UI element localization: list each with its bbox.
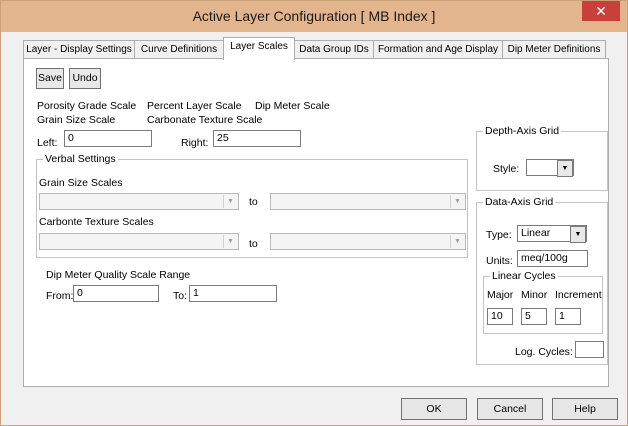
- dip-meter-quality-label: Dip Meter Quality Scale Range: [46, 269, 191, 281]
- chevron-down-icon: ▼: [450, 195, 464, 208]
- ok-button[interactable]: OK: [401, 398, 467, 420]
- tab-formation-age-display[interactable]: Formation and Age Display: [373, 40, 503, 59]
- left-label: Left:: [37, 137, 58, 149]
- cancel-button[interactable]: Cancel: [477, 398, 543, 420]
- grain-size-scales-label: Grain Size Scales: [39, 177, 123, 189]
- close-icon: ✕: [595, 3, 607, 19]
- grain-size-to-select[interactable]: ▼: [270, 193, 466, 210]
- minor-label: Minor: [521, 289, 548, 301]
- tab-data-group-ids[interactable]: Data Group IDs: [294, 40, 374, 59]
- data-axis-grid-legend: Data-Axis Grid: [483, 196, 556, 208]
- carbonate-to-select[interactable]: ▼: [270, 233, 466, 250]
- log-cycles-input[interactable]: [575, 341, 604, 358]
- style-label: Style:: [493, 163, 520, 175]
- depth-axis-grid-group: Depth-Axis Grid Style: ▼: [476, 125, 608, 191]
- window-title: Active Layer Configuration [ MB Index ]: [192, 8, 436, 24]
- dip-from-input[interactable]: 0: [73, 285, 159, 302]
- porosity-grade-scale-option[interactable]: Porosity Grade Scale: [37, 100, 136, 112]
- layer-scales-panel: Save Undo Porosity Grade Scale Percent L…: [23, 58, 609, 387]
- tab-layer-scales[interactable]: Layer Scales: [223, 37, 295, 60]
- tab-curve-definitions[interactable]: Curve Definitions: [134, 40, 224, 59]
- type-select-value: Linear: [521, 227, 551, 239]
- verbal-settings-group: Verbal Settings Grain Size Scales ▼ to ▼…: [36, 153, 468, 258]
- units-input[interactable]: meq/100g: [517, 250, 588, 267]
- help-button[interactable]: Help: [552, 398, 618, 420]
- dip-from-label: From:: [46, 290, 74, 302]
- carbonate-texture-scale-option[interactable]: Carbonate Texture Scale: [147, 114, 262, 126]
- carbonate-texture-scales-label: Carbonte Texture Scales: [39, 216, 154, 228]
- increment-input[interactable]: 1: [555, 308, 581, 325]
- grain-size-to-label: to: [249, 196, 258, 208]
- verbal-settings-legend: Verbal Settings: [43, 153, 118, 165]
- dip-meter-scale-option[interactable]: Dip Meter Scale: [255, 100, 330, 112]
- grain-size-from-select[interactable]: ▼: [39, 193, 239, 210]
- depth-axis-grid-legend: Depth-Axis Grid: [483, 125, 562, 137]
- dip-to-input[interactable]: 1: [189, 285, 277, 302]
- undo-button[interactable]: Undo: [69, 68, 101, 89]
- save-button[interactable]: Save: [36, 68, 64, 89]
- style-select[interactable]: ▼: [526, 159, 574, 177]
- dialog-window: Active Layer Configuration [ MB Index ] …: [0, 0, 628, 426]
- major-label: Major: [487, 289, 514, 301]
- type-select[interactable]: Linear ▼: [517, 225, 587, 243]
- major-input[interactable]: 10: [487, 308, 513, 325]
- tab-dip-meter-definitions[interactable]: Dip Meter Definitions: [502, 40, 606, 59]
- carbonate-from-select[interactable]: ▼: [39, 233, 239, 250]
- dip-to-label: To:: [173, 290, 188, 302]
- chevron-down-icon: ▼: [223, 235, 237, 248]
- close-button[interactable]: ✕: [582, 1, 620, 21]
- increment-label: Increment: [555, 289, 602, 301]
- tab-layer-display-settings[interactable]: Layer - Display Settings: [23, 40, 135, 59]
- minor-input[interactable]: 5: [521, 308, 547, 325]
- title-bar[interactable]: Active Layer Configuration [ MB Index ] …: [1, 1, 627, 32]
- chevron-down-icon: ▼: [570, 226, 586, 243]
- left-input[interactable]: 0: [64, 130, 152, 147]
- type-label: Type:: [486, 229, 512, 241]
- percent-layer-scale-option[interactable]: Percent Layer Scale: [147, 100, 242, 112]
- grain-size-scale-option[interactable]: Grain Size Scale: [37, 114, 115, 126]
- linear-cycles-legend: Linear Cycles: [490, 270, 558, 282]
- carbonate-to-label: to: [249, 238, 258, 250]
- data-axis-grid-group: Data-Axis Grid Type: Linear ▼ Units: meq/…: [476, 196, 608, 365]
- right-label: Right:: [181, 137, 209, 149]
- chevron-down-icon: ▼: [223, 195, 237, 208]
- log-cycles-label: Log. Cycles:: [515, 346, 573, 358]
- units-label: Units:: [486, 255, 513, 267]
- right-input[interactable]: 25: [213, 130, 301, 147]
- linear-cycles-group: Linear Cycles Major Minor Increment 10 5…: [483, 270, 603, 334]
- chevron-down-icon: ▼: [450, 235, 464, 248]
- chevron-down-icon: ▼: [557, 160, 573, 177]
